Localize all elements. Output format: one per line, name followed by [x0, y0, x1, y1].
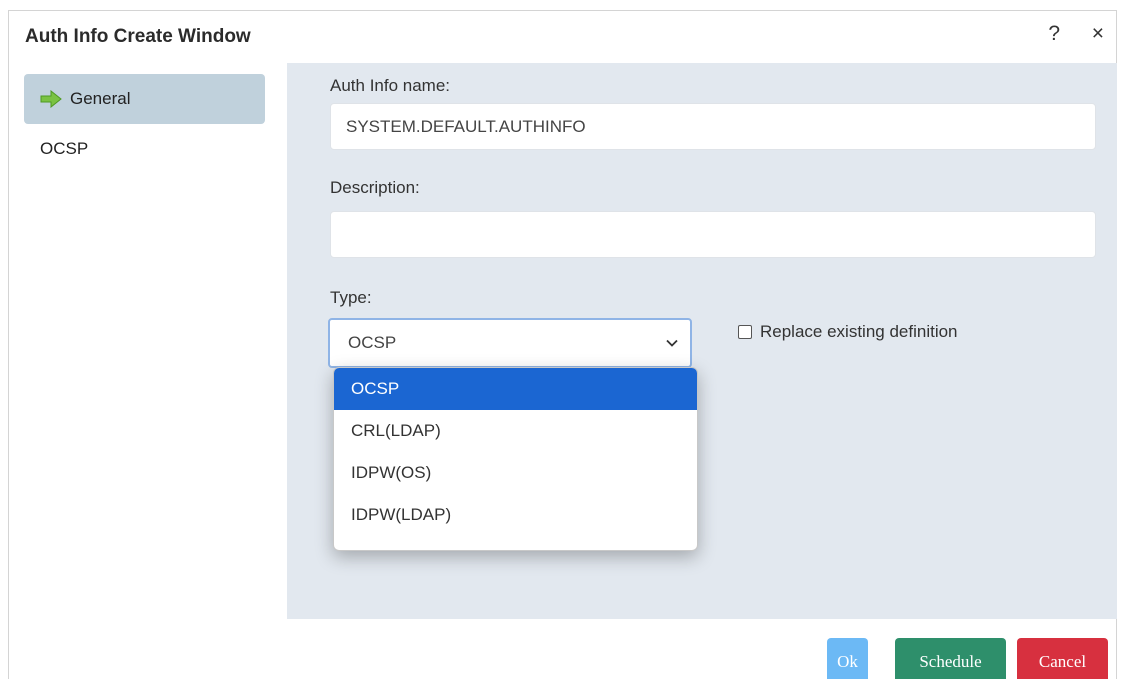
- type-option-crl-ldap[interactable]: CRL(LDAP): [334, 410, 697, 452]
- help-icon[interactable]: ?: [1048, 22, 1060, 46]
- arrow-right-icon: [40, 90, 62, 108]
- window-title: Auth Info Create Window: [25, 26, 251, 47]
- close-icon[interactable]: ×: [1092, 22, 1104, 46]
- sidebar-item-label: General: [70, 89, 131, 108]
- type-label: Type:: [330, 288, 372, 307]
- type-option-ocsp[interactable]: OCSP: [334, 368, 697, 410]
- chevron-down-icon: [666, 339, 678, 347]
- sidebar-item-label: OCSP: [40, 139, 89, 158]
- cancel-button[interactable]: Cancel: [1017, 638, 1108, 679]
- sidebar-item-ocsp[interactable]: OCSP: [24, 124, 265, 174]
- type-dropdown-menu: OCSP CRL(LDAP) IDPW(OS) IDPW(LDAP): [333, 367, 698, 551]
- sidebar: General OCSP: [9, 63, 287, 619]
- type-option-idpw-ldap[interactable]: IDPW(LDAP): [334, 494, 697, 536]
- auth-info-create-window: Auth Info Create Window ? × General OCSP…: [8, 10, 1117, 679]
- replace-existing-checkbox[interactable]: Replace existing definition: [738, 322, 958, 342]
- button-bar: Ok Schedule Cancel: [9, 619, 1116, 679]
- auth-info-name-field[interactable]: SYSTEM.DEFAULT.AUTHINFO: [330, 103, 1096, 150]
- type-select[interactable]: OCSP: [328, 318, 692, 368]
- description-label: Description:: [330, 178, 420, 197]
- checkbox-box[interactable]: [738, 325, 752, 339]
- replace-existing-label: Replace existing definition: [760, 322, 958, 341]
- sidebar-item-general[interactable]: General: [24, 74, 265, 124]
- type-select-value: OCSP: [348, 333, 397, 352]
- title-bar: Auth Info Create Window ? ×: [9, 11, 1116, 63]
- description-field[interactable]: [330, 211, 1096, 258]
- type-option-idpw-os[interactable]: IDPW(OS): [334, 452, 697, 494]
- ok-button[interactable]: Ok: [827, 638, 868, 679]
- schedule-button[interactable]: Schedule: [895, 638, 1006, 679]
- auth-info-name-label: Auth Info name:: [330, 76, 451, 95]
